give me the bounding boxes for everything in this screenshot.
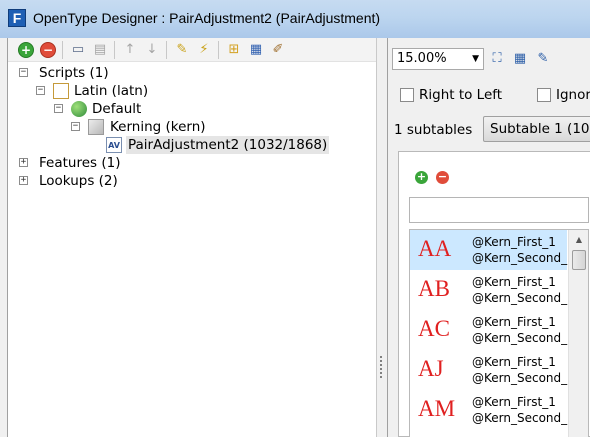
toolbar-separator [114,41,115,59]
second-class: @Kern_Second_ [472,371,568,385]
first-class: @Kern_First_1 [472,315,556,329]
scroll-up-icon[interactable]: ▲ [571,232,587,248]
vertical-scrollbar[interactable]: ▲ [568,230,588,437]
toolbar-separator [218,41,219,59]
scroll-thumb[interactable] [572,250,586,270]
ignore-checkbox[interactable] [537,88,551,102]
collapse-icon[interactable]: − [54,104,63,113]
first-class: @Kern_First_1 [472,395,556,409]
toolbar-separator [166,41,167,59]
title-bar: F OpenType Designer : PairAdjustment2 (P… [0,0,590,38]
edit-icon[interactable]: ✎ [174,42,190,58]
remove-icon[interactable]: − [40,42,56,58]
tree-pane: + − ▭ ▤ ↑ ↓ ✎ ⚡ ⊞ ▦ ✐ − Scripts (1) − La… [7,38,377,437]
pair-glyphs: AB [418,276,450,301]
move-down-icon[interactable]: ↓ [144,42,160,58]
globe-icon [71,101,87,117]
pair-glyphs: AM [418,396,456,421]
collapse-icon[interactable]: − [36,86,45,95]
grid-icon[interactable]: ▦ [512,51,528,67]
wizard-icon[interactable]: ⚡ [196,42,212,58]
collapse-icon[interactable]: − [71,122,80,131]
right-to-left-label: Right to Left [419,87,503,103]
feature-box-icon [88,119,104,135]
pane-splitter[interactable] [380,356,382,380]
pair-glyphs: AJ [418,356,444,381]
rename-icon[interactable]: ▭ [70,42,86,58]
ruler-pen-icon[interactable]: ✎ [535,51,551,67]
pair-editor-pane: 15.00% ▼ ⛶ ▦ ✎ Right to Left Ignor 1 sub… [387,38,590,437]
clean-icon[interactable]: ✐ [270,42,286,58]
move-up-icon[interactable]: ↑ [122,42,138,58]
expand-icon[interactable]: + [19,176,28,185]
list-item[interactable]: AB @Kern_First_1 @Kern_Second_ [410,270,567,310]
lookup-av-icon: AV [106,137,122,153]
list-item[interactable]: AJ @Kern_First_1 @Kern_Second_ [410,350,567,390]
properties-icon[interactable]: ▤ [92,42,108,58]
fit-icon[interactable]: ⛶ [489,51,505,67]
list-view-icon[interactable]: ▦ [248,42,264,58]
second-class: @Kern_Second_ [472,411,568,425]
pair-list[interactable]: AA @Kern_First_1 @Kern_Second_ AB @Kern_… [409,229,589,437]
remove-pair-icon[interactable]: − [436,171,449,184]
collapse-icon[interactable]: − [19,68,28,77]
first-class: @Kern_First_1 [472,275,556,289]
first-class: @Kern_First_1 [472,355,556,369]
list-item[interactable]: AA @Kern_First_1 @Kern_Second_ [410,230,567,270]
tree-node-features[interactable]: Features (1) [39,154,120,172]
pair-glyphs: AA [418,236,452,261]
filter-input[interactable] [409,197,589,223]
tree-node-pair-adjustment[interactable]: PairAdjustment2 (1032/1868) [126,136,330,154]
first-class: @Kern_First_1 [472,235,556,249]
ignore-label: Ignor [556,87,590,103]
tree-node-lookups[interactable]: Lookups (2) [39,172,118,190]
pair-glyphs: AC [418,316,450,341]
second-class: @Kern_Second_ [472,251,568,265]
toolbar-separator [62,41,63,59]
zoom-value: 15.00% [397,51,447,66]
app-icon: F [8,9,26,27]
tree-node-scripts[interactable]: Scripts (1) [39,64,109,82]
tree-node-default[interactable]: Default [92,100,141,118]
window-title: OpenType Designer : PairAdjustment2 (Pai… [33,10,381,26]
subtable-button[interactable]: Subtable 1 (103 [483,116,590,142]
tree-toolbar: + − ▭ ▤ ↑ ↓ ✎ ⚡ ⊞ ▦ ✐ [8,38,376,62]
second-class: @Kern_Second_ [472,331,568,345]
second-class: @Kern_Second_ [472,291,568,305]
zoom-select[interactable]: 15.00% ▼ [392,48,484,70]
expand-icon[interactable]: + [19,158,28,167]
subtables-count: 1 subtables [394,122,473,138]
tree-view-icon[interactable]: ⊞ [226,42,242,58]
add-pair-icon[interactable]: + [415,171,428,184]
dropdown-arrow-icon: ▼ [472,54,479,64]
list-item[interactable]: AC @Kern_First_1 @Kern_Second_ [410,310,567,350]
tree-node-latin[interactable]: Latin (latn) [74,82,148,100]
right-to-left-checkbox[interactable] [400,88,414,102]
pairs-panel: + − AA @Kern_First_1 @Kern_Second_ AB @K… [398,151,590,437]
tree-node-kerning[interactable]: Kerning (kern) [110,118,206,136]
script-icon [53,83,69,99]
add-icon[interactable]: + [18,42,34,58]
list-item[interactable]: AM @Kern_First_1 @Kern_Second_ [410,390,567,430]
